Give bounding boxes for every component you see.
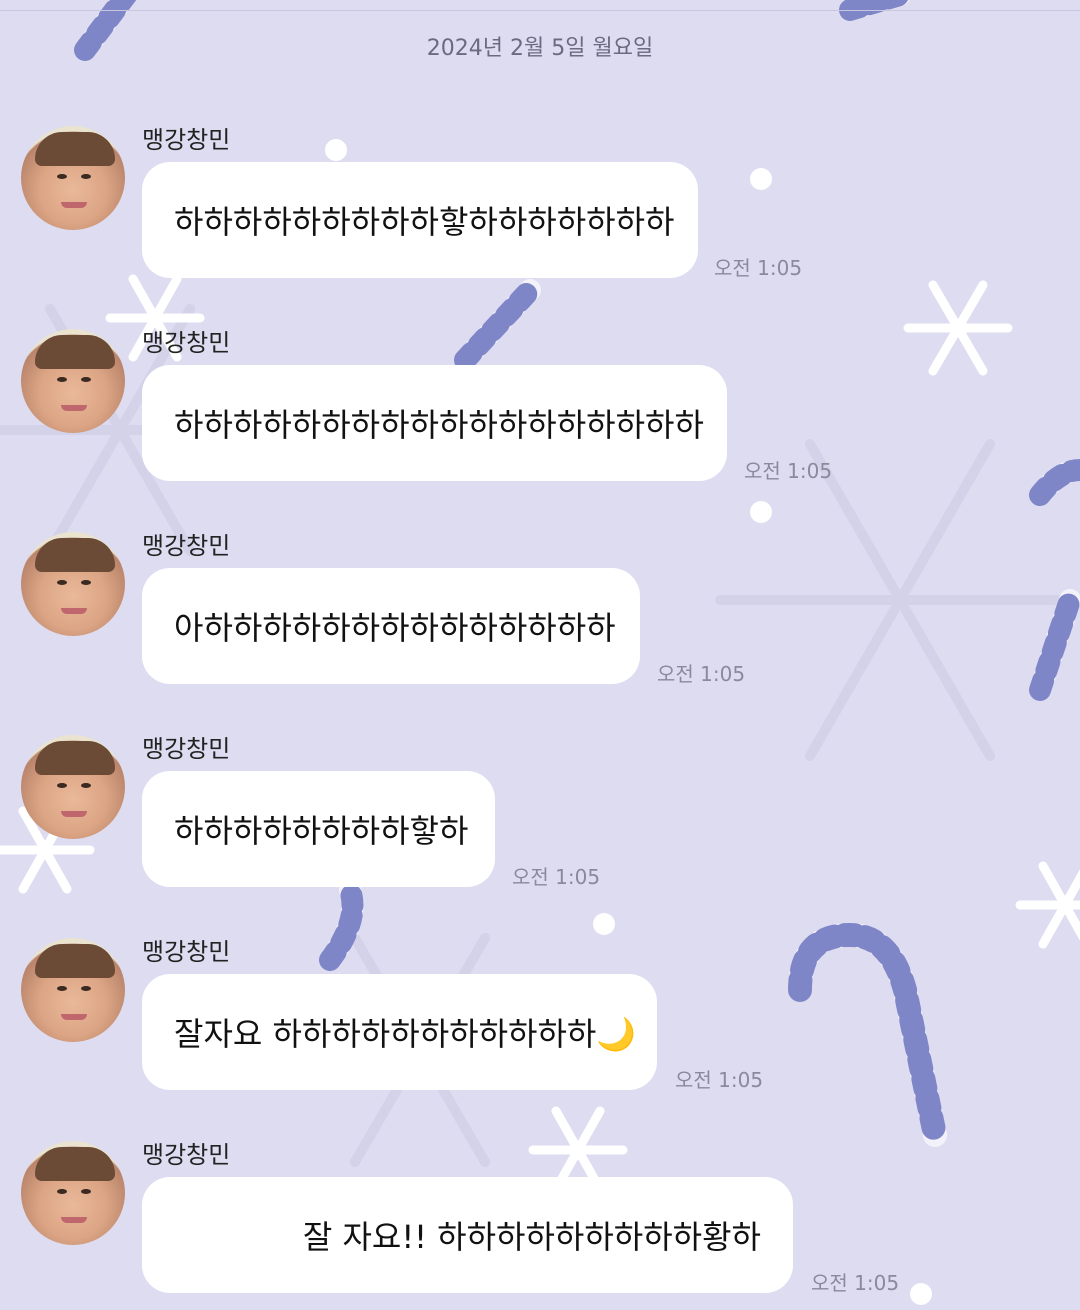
message-time: 오전 1:05 [744, 459, 833, 483]
date-divider: 2024년 2월 5일 월요일 [426, 36, 654, 61]
sender-avatar[interactable] [21, 532, 125, 636]
sender-avatar[interactable] [21, 126, 125, 230]
sender-name: 맹강창민 [142, 938, 231, 966]
message-time: 오전 1:05 [675, 1068, 764, 1092]
message-time: 오전 1:05 [714, 256, 803, 280]
message-time: 오전 1:05 [657, 662, 746, 686]
sender-name: 맹강창민 [142, 126, 231, 154]
sender-avatar[interactable] [21, 1141, 125, 1245]
sender-name: 맹강창민 [142, 329, 231, 357]
sender-avatar[interactable] [21, 938, 125, 1042]
message-time: 오전 1:05 [811, 1271, 900, 1295]
sender-avatar[interactable] [21, 735, 125, 839]
message-bubble[interactable]: 잘자요 하하하하하하하하하하하🌙 [142, 974, 657, 1090]
sender-name: 맹강창민 [142, 735, 231, 763]
message-bubble[interactable]: 아하하하하하하하하하하하하하하 [142, 568, 640, 684]
message-bubble[interactable]: 잘 자요!! 하하하하하하하하하황하 [142, 1177, 793, 1293]
message-bubble[interactable]: 하하하하하하하하하핳하하하하하하하 [142, 162, 698, 278]
sender-name: 맹강창민 [142, 532, 231, 560]
top-divider-line [0, 10, 1080, 11]
message-bubble[interactable]: 하하하하하하하하핳하 [142, 771, 495, 887]
message-time: 오전 1:05 [512, 865, 601, 889]
message-bubble[interactable]: 하하하하하하하하하하하하하하하하하하 [142, 365, 727, 481]
sender-name: 맹강창민 [142, 1141, 231, 1169]
sender-avatar[interactable] [21, 329, 125, 433]
